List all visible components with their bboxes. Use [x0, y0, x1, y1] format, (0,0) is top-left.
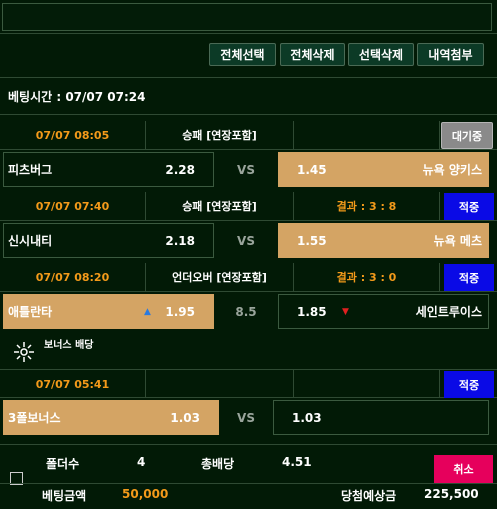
bonus-label: 보너스 배당 — [44, 340, 94, 351]
home-team: 애틀란타 — [8, 305, 53, 319]
away-odds-button[interactable]: 1.55 뉴욕 메츠 — [278, 223, 489, 258]
expected-winnings-label: 당첨예상금 — [341, 489, 397, 503]
away-odds: 1.03 — [292, 410, 322, 425]
delete-all-button[interactable]: 전체삭제 — [280, 43, 345, 66]
status-badge: 적중 — [444, 193, 494, 220]
down-arrow-icon: ▼ — [342, 306, 349, 317]
match-time: 07/07 05:41 — [0, 370, 146, 398]
match-result: 결과 : 3 : 8 — [294, 192, 440, 220]
bet-type: 언더오버 [연장포함] — [146, 263, 294, 291]
up-arrow-icon: ▲ — [144, 306, 151, 317]
top-bar — [0, 0, 497, 34]
away-odds-button[interactable]: 1.45 뉴욕 양키스 — [278, 152, 489, 187]
bet-time: 베팅시간 : 07/07 07:24 — [0, 77, 497, 115]
top-input-box[interactable] — [2, 3, 492, 31]
bet-type: 승패 [연장포함] — [146, 121, 294, 149]
footer-divider — [0, 483, 497, 484]
vs-label: VS — [237, 411, 255, 425]
bonus-icon — [12, 340, 36, 364]
home-odds: 2.28 — [165, 162, 195, 177]
bet-type: 승패 [연장포함] — [146, 192, 294, 220]
total-odds-value: 4.51 — [282, 455, 312, 469]
match-time: 07/07 08:20 — [0, 263, 146, 291]
away-team: 세인트루이스 — [415, 305, 482, 319]
match-result — [294, 121, 440, 149]
folder-count-label: 폴더수 — [46, 457, 80, 471]
handicap-value: 8.5 — [235, 305, 257, 319]
away-team: 뉴욕 메츠 — [433, 234, 482, 248]
match-time: 07/07 07:40 — [0, 192, 146, 220]
home-team: 3폴보너스 — [8, 411, 61, 425]
bet-summary: 폴더수 4 총배당 4.51 취소 베팅금액 50,000 당첨예상금 225,… — [0, 444, 497, 509]
cancel-button[interactable]: 취소 — [434, 455, 493, 483]
home-odds: 1.03 — [170, 410, 200, 425]
home-odds-button[interactable]: 애틀란타 ▲ 1.95 — [3, 294, 214, 329]
bet-amount-value: 50,000 — [122, 487, 169, 501]
away-odds: 1.55 — [297, 233, 327, 248]
match-line: 피츠버그 2.28 VS 1.45 뉴욕 양키스 — [0, 150, 497, 190]
match-header: 07/07 05:41 적중 — [0, 369, 497, 398]
away-odds-button[interactable]: 1.03 — [273, 400, 489, 435]
match-result: 결과 : 3 : 0 — [294, 263, 440, 291]
home-team: 신시내티 — [8, 234, 53, 248]
match-line: 애틀란타 ▲ 1.95 8.5 1.85 ▼ 세인트루이스 — [0, 292, 497, 332]
total-odds-label: 총배당 — [201, 457, 235, 471]
home-odds: 1.95 — [165, 304, 195, 319]
home-team: 피츠버그 — [8, 163, 53, 177]
vs-label: VS — [237, 234, 255, 248]
away-odds: 1.85 — [297, 304, 327, 319]
attach-history-button[interactable]: 내역첨부 — [417, 43, 484, 66]
match-header: 07/07 08:05 승패 [연장포함] 대기중 — [0, 121, 497, 150]
home-odds-button[interactable]: 3폴보너스 1.03 — [3, 400, 219, 435]
status-badge: 적중 — [444, 371, 494, 398]
home-odds: 2.18 — [165, 233, 195, 248]
match-line: 신시내티 2.18 VS 1.55 뉴욕 메츠 — [0, 221, 497, 261]
home-odds-button[interactable]: 피츠버그 2.28 — [3, 152, 214, 187]
away-odds: 1.45 — [297, 162, 327, 177]
match-time: 07/07 08:05 — [0, 121, 146, 149]
match-header: 07/07 08:20 언더오버 [연장포함] 결과 : 3 : 0 적중 — [0, 263, 497, 292]
expected-winnings-value: 225,500 — [424, 487, 479, 501]
match-header: 07/07 07:40 승패 [연장포함] 결과 : 3 : 8 적중 — [0, 192, 497, 221]
away-team: 뉴욕 양키스 — [422, 163, 482, 177]
away-odds-button[interactable]: 1.85 ▼ 세인트루이스 — [278, 294, 489, 329]
match-line: 3폴보너스 1.03 VS 1.03 — [0, 398, 497, 438]
match-result — [294, 370, 440, 398]
select-all-button[interactable]: 전체선택 — [209, 43, 276, 66]
status-badge: 대기중 — [441, 122, 493, 149]
bet-amount-label: 베팅금액 — [42, 489, 87, 503]
vs-label: VS — [237, 163, 255, 177]
folder-count-value: 4 — [137, 455, 146, 469]
bet-type — [146, 370, 294, 398]
delete-selected-button[interactable]: 선택삭제 — [348, 43, 414, 66]
status-badge: 적중 — [444, 264, 494, 291]
home-odds-button[interactable]: 신시내티 2.18 — [3, 223, 214, 258]
